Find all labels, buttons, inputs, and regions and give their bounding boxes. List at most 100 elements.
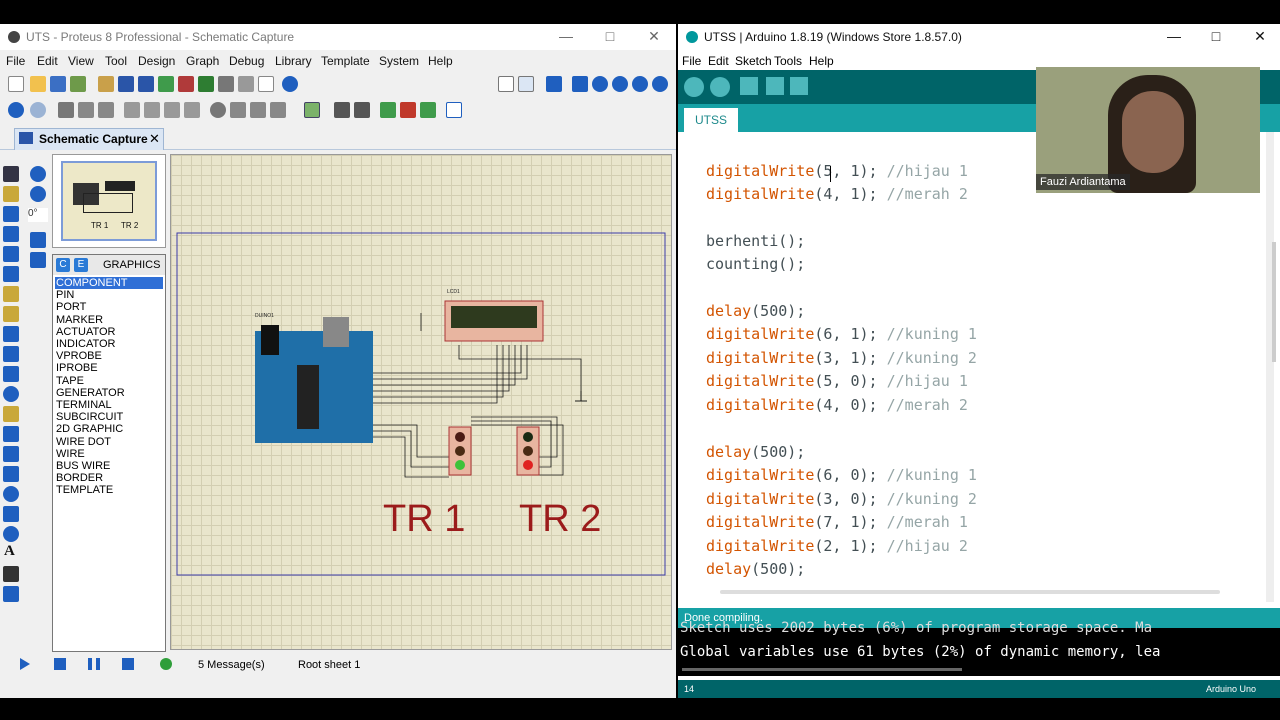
list-item[interactable]: COMPONENT: [55, 277, 163, 290]
list-item[interactable]: INDICATOR: [55, 338, 163, 350]
list-item[interactable]: WIRE: [55, 448, 163, 460]
menu-debug[interactable]: Debug: [229, 54, 264, 68]
open-folder-icon[interactable]: [30, 76, 46, 92]
block-delete-icon[interactable]: [184, 102, 200, 118]
pin-icon[interactable]: [3, 326, 19, 342]
list-item[interactable]: PORT: [55, 301, 163, 313]
paste-icon[interactable]: [98, 102, 114, 118]
menu-edit[interactable]: Edit: [708, 54, 729, 68]
terminal-icon[interactable]: [3, 306, 19, 322]
edit-library-icon[interactable]: E: [74, 258, 88, 272]
bom-icon[interactable]: [218, 76, 234, 92]
rotation-input[interactable]: 0°: [28, 208, 48, 222]
list-item[interactable]: WIRE DOT: [55, 436, 163, 448]
list-item[interactable]: TEMPLATE: [55, 484, 163, 496]
remove-sheet-icon[interactable]: [400, 102, 416, 118]
pan-icon[interactable]: [572, 76, 588, 92]
zoom-all-icon[interactable]: [632, 76, 648, 92]
copy-icon[interactable]: [78, 102, 94, 118]
new-sheet-icon[interactable]: [380, 102, 396, 118]
origin-icon[interactable]: [546, 76, 562, 92]
list-item[interactable]: TERMINAL: [55, 399, 163, 411]
block-rotate-icon[interactable]: [164, 102, 180, 118]
verify-icon[interactable]: [684, 77, 704, 97]
close-button[interactable]: ✕: [1250, 28, 1270, 45]
undo-icon[interactable]: [8, 102, 24, 118]
box-icon[interactable]: [3, 466, 19, 482]
save-icon[interactable]: [50, 76, 66, 92]
path-icon[interactable]: [3, 526, 19, 542]
menu-tool[interactable]: Tool: [105, 54, 127, 68]
code-editor[interactable]: digitalWrite(5, 1); //hijau 1 digitalWri…: [678, 132, 1276, 602]
list-item[interactable]: SUBCIRCUIT: [55, 411, 163, 423]
maximize-button[interactable]: □: [600, 28, 620, 44]
help-icon[interactable]: [282, 76, 298, 92]
wire-label-icon[interactable]: [3, 226, 19, 242]
package-tool-icon[interactable]: [250, 102, 266, 118]
mirror-y-icon[interactable]: [30, 252, 46, 268]
symbol-icon[interactable]: [3, 566, 19, 582]
grid-icon[interactable]: [518, 76, 534, 92]
menu-sketch[interactable]: Sketch: [735, 54, 772, 68]
make-device-icon[interactable]: [230, 102, 246, 118]
property-assignment-icon[interactable]: [354, 102, 370, 118]
redo-icon[interactable]: [30, 102, 46, 118]
probe-icon[interactable]: [3, 406, 19, 422]
zoom-out-icon[interactable]: [612, 76, 628, 92]
home-icon[interactable]: [98, 76, 114, 92]
refresh-icon[interactable]: [498, 76, 514, 92]
play-icon[interactable]: [20, 658, 30, 670]
close-button[interactable]: ✕: [644, 28, 664, 45]
message-count[interactable]: 5 Message(s): [198, 659, 265, 671]
marker-icon[interactable]: [3, 586, 19, 602]
tab-schematic-capture[interactable]: Schematic Capture ✕: [14, 128, 164, 150]
pick-component-icon[interactable]: C: [56, 258, 70, 272]
import-icon[interactable]: [70, 76, 86, 92]
zoom-area-icon[interactable]: [652, 76, 668, 92]
arc-icon[interactable]: [3, 506, 19, 522]
component-mode-icon[interactable]: [3, 186, 19, 202]
junction-dot-icon[interactable]: [3, 206, 19, 222]
new-sketch-icon[interactable]: [740, 77, 758, 95]
rotate-clockwise-icon[interactable]: [30, 166, 46, 182]
upload-icon[interactable]: [710, 77, 730, 97]
cut-icon[interactable]: [58, 102, 74, 118]
exit-to-parent-icon[interactable]: [420, 102, 436, 118]
chip-icon[interactable]: [198, 76, 214, 92]
console-scrollbar[interactable]: [682, 668, 962, 671]
schematic-canvas[interactable]: DUINO1 LCD1 TR 1 TR 2: [170, 154, 672, 650]
gerber-icon[interactable]: [158, 76, 174, 92]
horizontal-scrollbar[interactable]: [720, 590, 1220, 594]
menu-help[interactable]: Help: [428, 54, 453, 68]
list-item[interactable]: PIN: [55, 289, 163, 301]
minimize-button[interactable]: —: [1164, 28, 1184, 44]
list-item[interactable]: ACTUATOR: [55, 326, 163, 338]
overview-window[interactable]: TR 1 TR 2: [52, 154, 166, 248]
menu-tools[interactable]: Tools: [774, 54, 802, 68]
block-copy-icon[interactable]: [124, 102, 140, 118]
pause-icon[interactable]: [88, 658, 100, 670]
menu-graph[interactable]: Graph: [186, 54, 219, 68]
open-sketch-icon[interactable]: [766, 77, 784, 95]
tape-icon[interactable]: [3, 366, 19, 382]
document-icon[interactable]: [258, 76, 274, 92]
step-icon[interactable]: [54, 658, 66, 670]
new-file-icon[interactable]: [8, 76, 24, 92]
notes-icon[interactable]: [238, 76, 254, 92]
menu-edit[interactable]: Edit: [37, 54, 58, 68]
vertical-scrollbar[interactable]: [1272, 242, 1276, 362]
circle-icon[interactable]: [3, 486, 19, 502]
graph-icon[interactable]: [3, 346, 19, 362]
save-sketch-icon[interactable]: [790, 77, 808, 95]
menu-library[interactable]: Library: [275, 54, 312, 68]
generator-icon[interactable]: [3, 386, 19, 402]
schematic-icon[interactable]: [118, 76, 134, 92]
list-item[interactable]: MARKER: [55, 314, 163, 326]
subcircuit-icon[interactable]: [3, 286, 19, 302]
zoom-in-icon[interactable]: [592, 76, 608, 92]
instrument-icon[interactable]: [3, 426, 19, 442]
list-item[interactable]: 2D GRAPHIC: [55, 423, 163, 435]
block-move-icon[interactable]: [144, 102, 160, 118]
stop-icon[interactable]: [122, 658, 134, 670]
menu-system[interactable]: System: [379, 54, 419, 68]
